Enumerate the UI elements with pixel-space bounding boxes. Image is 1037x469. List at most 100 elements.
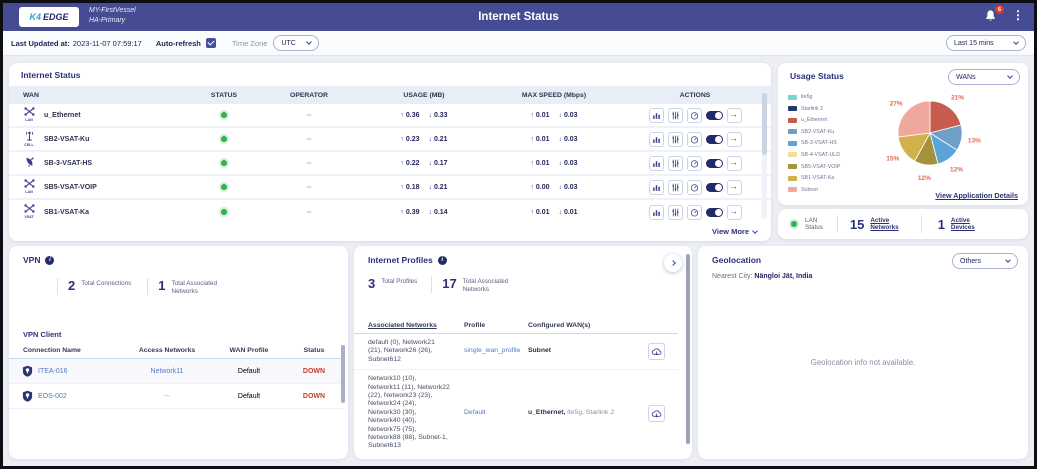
speed-test-button[interactable]: [687, 132, 702, 147]
legend-label: SB2-VSAT-Ku: [801, 129, 834, 135]
legend-item[interactable]: Subnet: [788, 187, 840, 193]
col-profile: Profile: [450, 322, 514, 329]
profile-link[interactable]: single_wan_profile: [464, 347, 520, 354]
pie-percentage-label: 12%: [950, 167, 963, 174]
chart-icon: [652, 159, 661, 168]
active-devices-link[interactable]: Active Devices: [951, 217, 975, 232]
legend-label: Starlink 2: [801, 106, 823, 112]
shield-icon: [22, 390, 33, 402]
speedometer-icon: [690, 135, 699, 144]
wan-name: SB-3-VSAT-HS: [44, 160, 92, 167]
vpn-scrollbar[interactable]: [341, 345, 345, 403]
time-range-select[interactable]: Last 15 mins: [946, 35, 1026, 51]
usage-down: 0.33: [434, 112, 448, 119]
statistics-button[interactable]: [649, 180, 664, 195]
statistics-button[interactable]: [649, 156, 664, 171]
wan-profile: Default: [238, 393, 260, 400]
configure-button[interactable]: [668, 205, 683, 220]
statistics-button[interactable]: [649, 132, 664, 147]
col-status: STATUS: [189, 92, 259, 99]
legend-item[interactable]: u_Ethernet: [788, 117, 840, 123]
col-status: Status: [285, 347, 343, 354]
vpn-connections-label: Total Connections: [81, 278, 131, 295]
view-more-button[interactable]: View More: [712, 227, 757, 236]
usage-up: 0.36: [406, 112, 420, 119]
legend-item[interactable]: lte5g: [788, 94, 840, 100]
table-scrollbar[interactable]: [762, 91, 767, 219]
connection-name[interactable]: ITEA-016: [38, 368, 68, 375]
table-row[interactable]: default (0), Network21 (21), Network26 (…: [354, 334, 678, 370]
toolbar: Last Updated at: 2023-11-07 07:59:17 Aut…: [3, 31, 1034, 56]
table-row[interactable]: VSATSB1-VSAT-Ka -- ↑ 0.39↓ 0.14 ↑ 0.01↓ …: [9, 200, 771, 224]
wan-enable-toggle[interactable]: [706, 159, 723, 168]
configure-button[interactable]: [668, 132, 683, 147]
table-row[interactable]: CELLSB2-VSAT-Ku -- ↑ 0.23↓ 0.21 ↑ 0.01↓ …: [9, 128, 771, 152]
access-network[interactable]: Network11: [151, 368, 184, 375]
view-application-details-link[interactable]: View Application Details: [935, 191, 1018, 200]
divider: [921, 215, 922, 233]
table-row[interactable]: LANu_Ethernet -- ↑ 0.36↓ 0.33 ↑ 0.01↓ 0.…: [9, 104, 771, 128]
legend-item[interactable]: SB1-VSAT-Ka: [788, 175, 840, 181]
speed-test-button[interactable]: [687, 108, 702, 123]
wan-enable-toggle[interactable]: [706, 208, 723, 217]
wan-enable-toggle[interactable]: [706, 111, 723, 120]
usage-pie-chart: 21%13%12%12%15%27%: [850, 81, 1026, 193]
statistics-button[interactable]: [649, 205, 664, 220]
profile-link[interactable]: Default: [464, 409, 486, 416]
legend-swatch: [788, 187, 797, 192]
overflow-menu-button[interactable]: ⋮: [1012, 8, 1024, 22]
col-max-speed: MAX SPEED (Mbps): [489, 92, 619, 99]
configure-button[interactable]: [668, 156, 683, 171]
status-value: DOWN: [303, 393, 325, 400]
wan-detail-button[interactable]: →: [727, 205, 742, 220]
speed-test-button[interactable]: [648, 343, 665, 360]
operator-value: --: [307, 136, 312, 143]
auto-refresh-checkbox[interactable]: [206, 38, 216, 48]
time-zone-select[interactable]: UTC: [273, 35, 319, 51]
wan-detail-button[interactable]: →: [727, 132, 742, 147]
sliders-icon: [671, 111, 680, 120]
expand-profiles-button[interactable]: [664, 254, 682, 272]
legend-item[interactable]: SB-4-VSAT-ULD: [788, 152, 840, 158]
legend-item[interactable]: SB2-VSAT-Ku: [788, 129, 840, 135]
sliders-icon: [671, 159, 680, 168]
legend-label: lte5g: [801, 94, 813, 100]
info-icon[interactable]: i: [438, 256, 447, 265]
table-row[interactable]: EOS-002 --- Default DOWN: [9, 384, 345, 409]
wan-enable-toggle[interactable]: [706, 135, 723, 144]
speed-test-button[interactable]: [687, 205, 702, 220]
chevron-down-icon: [1013, 39, 1019, 45]
speed-up: 0.00: [536, 184, 550, 191]
legend-item[interactable]: SB5-VSAT-VOIP: [788, 164, 840, 170]
table-row[interactable]: ITEA-016 Network11 Default DOWN: [9, 359, 345, 384]
speed-test-button[interactable]: [687, 156, 702, 171]
speed-test-button[interactable]: [648, 405, 665, 422]
usage-down: 0.14: [434, 209, 448, 216]
legend-swatch: [788, 152, 797, 157]
operator-value: --: [307, 112, 312, 119]
configure-button[interactable]: [668, 108, 683, 123]
wan-detail-button[interactable]: →: [727, 180, 742, 195]
wan-enable-toggle[interactable]: [706, 183, 723, 192]
legend-item[interactable]: SB-3-VSAT-HS: [788, 140, 840, 146]
connection-name[interactable]: EOS-002: [38, 393, 67, 400]
info-icon[interactable]: i: [45, 256, 54, 265]
legend-item[interactable]: Starlink 2: [788, 106, 840, 112]
notifications-button[interactable]: 6: [984, 9, 1000, 25]
wan-detail-button[interactable]: →: [727, 108, 742, 123]
statistics-button[interactable]: [649, 108, 664, 123]
configure-button[interactable]: [668, 180, 683, 195]
table-row[interactable]: LANSB5-VSAT-VOIP -- ↑ 0.18↓ 0.21 ↑ 0.00↓…: [9, 176, 771, 200]
legend-swatch: [788, 176, 797, 181]
wan-name: SB5-VSAT-VOIP: [44, 184, 97, 191]
active-networks-link[interactable]: Active Networks: [870, 217, 898, 232]
geolocation-filter-select[interactable]: Others: [952, 253, 1018, 269]
speed-test-button[interactable]: [687, 180, 702, 195]
wan-detail-button[interactable]: →: [727, 156, 742, 171]
table-row[interactable]: Network10 (10), Network11 (11), Network2…: [354, 370, 678, 456]
pie-slice[interactable]: [898, 101, 930, 137]
speedometer-icon: [690, 111, 699, 120]
pie-percentage-label: 15%: [886, 156, 899, 163]
table-row[interactable]: SB-3-VSAT-HS -- ↑ 0.22↓ 0.17 ↑ 0.01↓ 0.0…: [9, 152, 771, 176]
profiles-scrollbar[interactable]: [686, 254, 690, 444]
